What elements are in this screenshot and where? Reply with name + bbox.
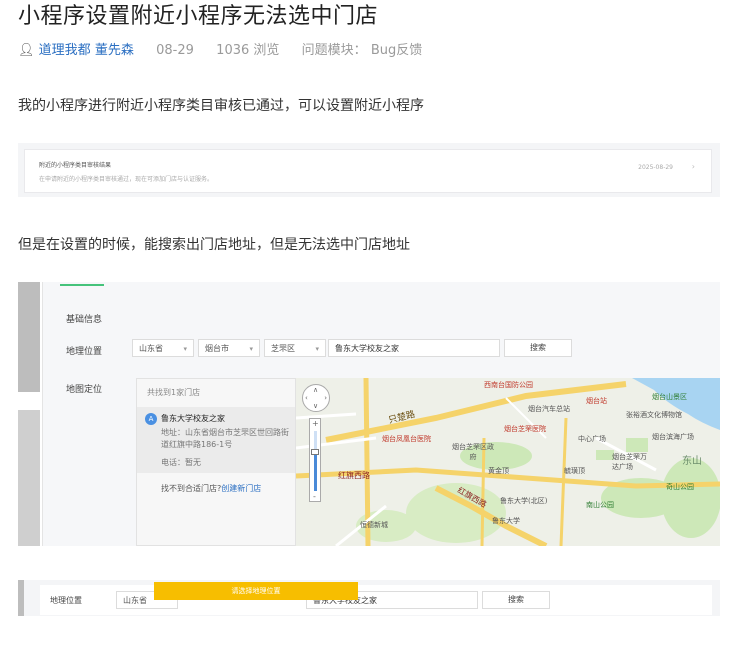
active-tab-indicator bbox=[60, 284, 104, 286]
arrow-left-icon: ‹ bbox=[305, 394, 308, 402]
map-place: 中心广场 bbox=[578, 435, 606, 443]
map-place: 张裕酒文化博物馆 bbox=[626, 411, 682, 419]
module-label: 问题模块： bbox=[301, 43, 367, 58]
map-place: 烟台凤凰台医院 bbox=[382, 435, 431, 443]
review-result-card: 附近的小程序类目审核结果 在申请附近的小程序类目审核通过，现在可添加门店与认证服… bbox=[24, 149, 712, 193]
post-date: 08-29 bbox=[156, 43, 194, 58]
map-pan-control[interactable]: ∧ ∨ ‹ › bbox=[302, 384, 330, 412]
not-found-hint: 找不到合适门店?创建新门店 bbox=[161, 484, 262, 493]
search-button[interactable]: 搜索 bbox=[482, 591, 550, 609]
arrow-right-icon: › bbox=[324, 394, 327, 402]
search-result-panel: 共找到1家门店 A 鲁东大学校友之家 地址：山东省烟台市芝罘区世回路街道红旗中路… bbox=[136, 378, 296, 546]
zoom-out-icon: - bbox=[313, 492, 316, 501]
location-label: 地理位置 bbox=[50, 596, 82, 605]
chevron-right-icon: › bbox=[691, 162, 695, 171]
create-store-link[interactable]: 创建新门店 bbox=[221, 484, 261, 493]
review-date: 2025-08-29 bbox=[638, 164, 673, 171]
search-button[interactable]: 搜索 bbox=[504, 339, 572, 357]
arrow-up-icon: ∧ bbox=[313, 386, 319, 394]
screenshot-select-location: 地理位置 山东省 鲁东大学校友之家 搜索 请选择地理位置 bbox=[18, 580, 720, 616]
screenshot-review-result: 附近的小程序类目审核结果 在申请附近的小程序类目审核通过，现在可添加门店与认证服… bbox=[18, 143, 720, 197]
caret-down-icon: ▾ bbox=[249, 345, 253, 353]
arrow-down-icon: ∨ bbox=[313, 402, 319, 410]
side-nav bbox=[18, 282, 43, 546]
map-place: 烟台芝罘万达广场 bbox=[612, 453, 647, 471]
caret-down-icon: ▾ bbox=[183, 345, 187, 353]
map-zoom-slider[interactable]: + - bbox=[309, 418, 321, 502]
article-meta: 👤︎ 道理我都 董先森 08-29 1036 浏览 问题模块： Bug反馈 bbox=[18, 42, 422, 60]
zoom-in-icon: + bbox=[312, 419, 319, 428]
map-place: 烟台汽车总站 bbox=[528, 405, 570, 413]
paragraph-1: 我的小程序进行附近小程序类目审核已通过，可以设置附近小程序 bbox=[18, 98, 424, 114]
map-road: 红旗西路 bbox=[338, 471, 370, 480]
author-link[interactable]: 董先森 bbox=[95, 43, 134, 58]
zoom-handle[interactable] bbox=[311, 449, 319, 455]
result-phone: 电话：暂无 bbox=[161, 458, 201, 467]
result-address: 地址：山东省烟台市芝罘区世回路街道红旗中路186-1号 bbox=[161, 428, 289, 449]
page-title: 小程序设置附近小程序无法选中门店 bbox=[18, 4, 379, 29]
map-label: 地图定位 bbox=[66, 385, 103, 395]
city-select[interactable]: 烟台市 ▾ bbox=[198, 339, 260, 357]
map-place: 烟台滨海广场 bbox=[652, 433, 694, 441]
module-value[interactable]: Bug反馈 bbox=[371, 43, 422, 58]
section-title: 基础信息 bbox=[66, 315, 103, 325]
map-place: 西南台国防公园 bbox=[484, 381, 533, 389]
author-group-link[interactable]: 道理我都 bbox=[39, 43, 91, 58]
map-place: 奇山公园 bbox=[666, 483, 694, 491]
screenshot-store-setting: 基础信息 地理位置 山东省 ▾ 烟台市 ▾ 芝罘区 ▾ 鲁东大学校友之家 搜索 地图定… bbox=[18, 282, 720, 546]
review-title: 附近的小程序类目审核结果 bbox=[39, 162, 112, 169]
map-place: 南山公园 bbox=[586, 501, 614, 509]
paragraph-2: 但是在设置的时候，能搜索出门店地址，但是无法选中门店地址 bbox=[18, 237, 410, 253]
marker-a-icon: A bbox=[145, 413, 157, 425]
map-place: 鲁东大学 bbox=[492, 517, 520, 525]
side-nav bbox=[18, 580, 24, 616]
caret-down-icon: ▾ bbox=[315, 345, 319, 353]
map-place: 烟台站 bbox=[586, 397, 607, 405]
map-place: 毓璜顶 bbox=[564, 467, 585, 475]
map-place: 烟台芝罘医院 bbox=[504, 425, 546, 433]
map-place: 烟台山景区 bbox=[652, 393, 687, 401]
store-search-input[interactable]: 鲁东大学校友之家 bbox=[328, 339, 500, 357]
map-place: 鲁东大学(北区) bbox=[500, 497, 548, 505]
map-place: 东山 bbox=[682, 456, 702, 467]
review-subtitle: 在申请附近的小程序类目审核通过，现在可添加门店与认证服务。 bbox=[39, 176, 214, 183]
map-place: 黄金顶 bbox=[488, 467, 509, 475]
province-select[interactable]: 山东省 ▾ bbox=[132, 339, 194, 357]
form-row: 地理位置 山东省 鲁东大学校友之家 搜索 bbox=[40, 585, 712, 615]
location-label: 地理位置 bbox=[66, 347, 103, 357]
view-count: 1036 浏览 bbox=[216, 43, 280, 58]
warning-toast: 请选择地理位置 bbox=[154, 582, 358, 600]
found-count: 共找到1家门店 bbox=[147, 388, 201, 397]
map-place: 恒德新城 bbox=[360, 521, 388, 529]
result-name[interactable]: 鲁东大学校友之家 bbox=[161, 413, 225, 424]
district-select[interactable]: 芝罘区 ▾ bbox=[264, 339, 326, 357]
user-icon: 👤︎ bbox=[18, 43, 35, 58]
map-place: 烟台芝罘区政府 bbox=[452, 443, 494, 461]
map-view[interactable]: 西南台国防公园 烟台山景区 烟台站 烟台汽车总站 张裕酒文化博物馆 只楚路 烟台… bbox=[296, 378, 720, 546]
